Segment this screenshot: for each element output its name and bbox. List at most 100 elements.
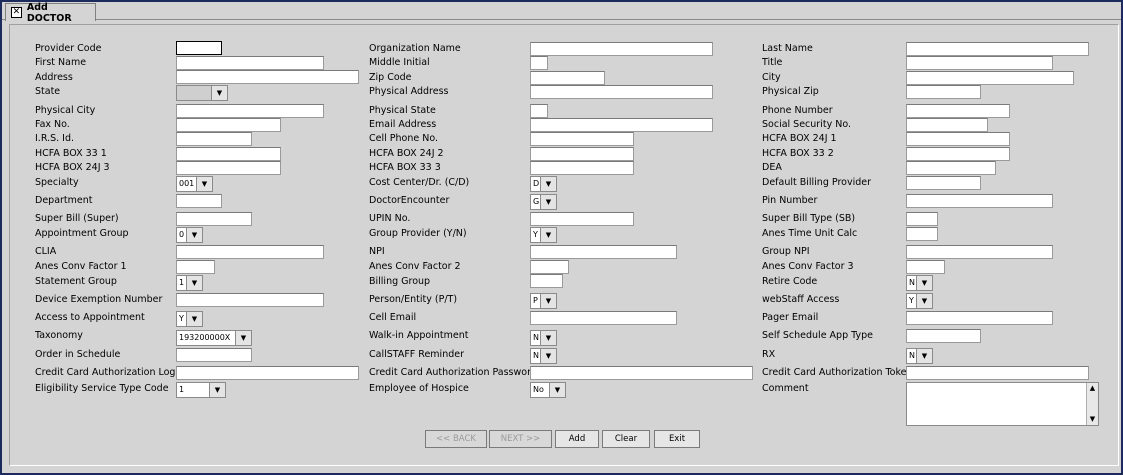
clia-field[interactable] — [176, 245, 324, 259]
super-bill-type-field[interactable] — [906, 212, 938, 226]
super-bill-field[interactable] — [176, 212, 252, 226]
hcfa-33-2-field[interactable] — [906, 147, 1010, 161]
chevron-down-icon[interactable]: ▼ — [916, 349, 932, 363]
tab-add-doctor[interactable]: ✕ Add DOCTOR — [5, 2, 96, 24]
group-provider-select[interactable]: Y ▼ — [530, 227, 557, 243]
anes-conv-3-field[interactable] — [906, 260, 945, 274]
organization-name-field[interactable] — [530, 42, 713, 56]
chevron-down-icon[interactable]: ▼ — [235, 331, 251, 345]
anes-conv-1-field[interactable] — [176, 260, 215, 274]
chevron-down-icon[interactable]: ▼ — [209, 383, 225, 397]
cost-center-select[interactable]: D ▼ — [530, 176, 557, 192]
phone-number-field[interactable] — [906, 104, 1010, 118]
order-in-schedule-field[interactable] — [176, 348, 252, 362]
state-select[interactable]: ▼ — [176, 85, 228, 101]
fax-no-field[interactable] — [176, 118, 281, 132]
specialty-select[interactable]: 001 ▼ — [176, 176, 213, 192]
chevron-down-icon[interactable]: ▼ — [186, 276, 202, 290]
hcfa-33-1-field[interactable] — [176, 147, 281, 161]
appointment-group-select[interactable]: 0 ▼ — [176, 227, 203, 243]
anes-time-unit-field[interactable] — [906, 227, 938, 241]
add-button[interactable]: Add — [555, 430, 599, 448]
chevron-down-icon[interactable]: ▼ — [540, 349, 556, 363]
chevron-down-icon[interactable]: ▼ — [540, 294, 556, 308]
cell-phone-label: Cell Phone No. — [369, 133, 438, 144]
first-name-field[interactable] — [176, 56, 324, 70]
chevron-down-icon[interactable]: ▼ — [540, 177, 556, 191]
city-field[interactable] — [906, 71, 1074, 85]
statement-group-select[interactable]: 1 ▼ — [176, 275, 203, 291]
comment-scrollbar[interactable]: ▲ ▼ — [1086, 383, 1098, 425]
chevron-down-icon[interactable]: ▼ — [196, 177, 212, 191]
chevron-down-icon[interactable]: ▼ — [916, 276, 932, 290]
address-field[interactable] — [176, 70, 359, 84]
scroll-up-icon[interactable]: ▲ — [1087, 383, 1098, 394]
person-entity-select[interactable]: P ▼ — [530, 293, 557, 309]
group-provider-label: Group Provider (Y/N) — [369, 228, 467, 239]
zip-code-field[interactable] — [530, 71, 605, 85]
tab-strip: ✕ Add DOCTOR — [2, 2, 1121, 24]
cc-auth-token-field[interactable] — [906, 366, 1089, 380]
taxonomy-select[interactable]: 193200000X ▼ — [176, 330, 252, 346]
employee-hospice-select[interactable]: No ▼ — [530, 382, 566, 398]
billing-group-field[interactable] — [530, 274, 563, 288]
ssn-field[interactable] — [906, 118, 988, 132]
employee-hospice-value: No — [533, 385, 544, 394]
chevron-down-icon[interactable]: ▼ — [186, 228, 202, 242]
department-field[interactable] — [176, 194, 222, 208]
access-to-appointment-select[interactable]: Y ▼ — [176, 311, 203, 327]
eligibility-service-select[interactable]: 1 ▼ — [176, 382, 226, 398]
self-schedule-field[interactable] — [906, 329, 981, 343]
anes-conv-2-field[interactable] — [530, 260, 569, 274]
webstaff-select[interactable]: Y ▼ — [906, 293, 933, 309]
last-name-field[interactable] — [906, 42, 1089, 56]
physical-zip-field[interactable] — [906, 85, 981, 99]
comment-textarea[interactable]: ▲ ▼ — [906, 382, 1099, 426]
chevron-down-icon[interactable]: ▼ — [916, 294, 932, 308]
scroll-down-icon[interactable]: ▼ — [1087, 414, 1098, 425]
chevron-down-icon[interactable]: ▼ — [540, 195, 556, 209]
chevron-down-icon[interactable]: ▼ — [540, 331, 556, 345]
callstaff-select[interactable]: N ▼ — [530, 348, 557, 364]
walk-in-select[interactable]: N ▼ — [530, 330, 557, 346]
upin-field[interactable] — [530, 212, 634, 226]
hcfa-24j-1-field[interactable] — [906, 132, 1010, 146]
last-name-label: Last Name — [762, 43, 813, 54]
device-exemption-field[interactable] — [176, 293, 324, 307]
cc-auth-login-field[interactable] — [176, 366, 359, 380]
pager-email-field[interactable] — [906, 311, 1053, 325]
chevron-down-icon[interactable]: ▼ — [211, 86, 227, 100]
statement-group-label: Statement Group — [35, 276, 117, 287]
cell-email-field[interactable] — [530, 311, 677, 325]
default-billing-field[interactable] — [906, 176, 981, 190]
group-npi-field[interactable] — [906, 245, 1053, 259]
hcfa-24j-3-field[interactable] — [176, 161, 281, 175]
hcfa-33-3-field[interactable] — [530, 161, 634, 175]
pin-number-field[interactable] — [906, 194, 1053, 208]
rx-select[interactable]: N ▼ — [906, 348, 933, 364]
close-icon[interactable]: ✕ — [11, 7, 22, 18]
clear-button[interactable]: Clear — [602, 430, 650, 448]
irs-id-field[interactable] — [176, 132, 252, 146]
chevron-down-icon[interactable]: ▼ — [549, 383, 565, 397]
exit-button[interactable]: Exit — [654, 430, 700, 448]
chevron-down-icon[interactable]: ▼ — [540, 228, 556, 242]
email-address-field[interactable] — [530, 118, 713, 132]
npi-field[interactable] — [530, 245, 677, 259]
physical-state-field[interactable] — [530, 104, 548, 118]
title-field[interactable] — [906, 56, 1053, 70]
cc-auth-password-field[interactable] — [530, 366, 753, 380]
chevron-down-icon[interactable]: ▼ — [186, 312, 202, 326]
provider-code-field[interactable] — [176, 41, 222, 55]
hcfa-24j-2-field[interactable] — [530, 147, 634, 161]
dea-field[interactable] — [906, 161, 996, 175]
middle-initial-field[interactable] — [530, 56, 548, 70]
retire-code-label: Retire Code — [762, 276, 818, 287]
retire-code-select[interactable]: N ▼ — [906, 275, 933, 291]
physical-city-field[interactable] — [176, 104, 324, 118]
physical-address-field[interactable] — [530, 85, 713, 99]
cell-phone-field[interactable] — [530, 132, 634, 146]
doctor-encounter-select[interactable]: G ▼ — [530, 194, 557, 210]
back-button[interactable]: << BACK — [425, 430, 487, 448]
next-button[interactable]: NEXT >> — [489, 430, 552, 448]
